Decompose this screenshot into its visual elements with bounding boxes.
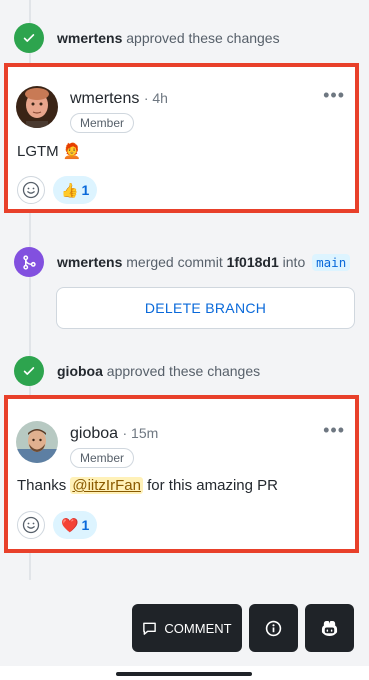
comment-card: gioboa · 15m Member ••• Thanks @iitzIrFa… [4, 395, 359, 553]
info-icon [265, 620, 282, 636]
reaction-emoji: ❤️ [61, 516, 79, 533]
role-badge: Member [70, 448, 135, 468]
event-author[interactable]: wmertens [57, 30, 122, 46]
comment-button[interactable]: COMMENT [132, 604, 242, 652]
comment-text-suffix: for this amazing PR [142, 477, 278, 494]
reaction-pill[interactable]: 👍 1 [53, 176, 98, 204]
comment-text-prefix: Thanks [17, 477, 71, 494]
event-action: approved these changes [106, 363, 261, 379]
check-icon [14, 23, 44, 53]
comment-time: · 15m [122, 425, 159, 441]
avatar[interactable] [16, 86, 58, 128]
comment-author-line: wmertens · 4h [70, 90, 168, 108]
delete-branch-button[interactable]: DELETE BRANCH [56, 287, 355, 329]
event-author[interactable]: wmertens [57, 254, 122, 270]
copilot-icon [321, 620, 338, 636]
copilot-button[interactable] [305, 604, 354, 652]
comment-author-line: gioboa · 15m [70, 425, 158, 443]
comment-time: · 4h [143, 90, 168, 106]
role-badge: Member [70, 113, 135, 133]
smiley-icon [22, 516, 40, 534]
comment-button-label: COMMENT [164, 620, 232, 636]
comment-icon [143, 622, 157, 635]
timeline-event-approved: gioboa approved these changes [14, 354, 260, 388]
home-indicator[interactable] [116, 672, 252, 676]
comment-author[interactable]: wmertens [70, 90, 139, 107]
comment-body: LGTM 🧑‍🦰 [17, 143, 82, 160]
commit-sha[interactable]: 1f018d1 [227, 254, 279, 270]
add-reaction-button[interactable] [17, 176, 45, 204]
merge-icon [14, 247, 44, 277]
event-author[interactable]: gioboa [57, 363, 103, 379]
check-icon [14, 356, 44, 386]
comment-author[interactable]: gioboa [70, 425, 118, 442]
comment-body: Thanks @iitzIrFan for this amazing PR [17, 477, 278, 494]
more-icon[interactable]: ••• [323, 85, 345, 106]
info-button[interactable] [249, 604, 298, 652]
reaction-emoji: 👍 [61, 181, 79, 198]
avatar[interactable] [16, 421, 58, 463]
user-mention-link[interactable]: @iitzIrFan [70, 477, 143, 494]
comment-card: wmertens · 4h Member ••• LGTM 🧑‍🦰 👍 1 [4, 63, 359, 213]
reaction-count: 1 [81, 182, 90, 198]
reaction-pill[interactable]: ❤️ 1 [53, 511, 98, 539]
smiley-icon [22, 181, 40, 199]
add-reaction-button[interactable] [17, 511, 45, 539]
reaction-count: 1 [81, 517, 90, 533]
event-preposition: into [282, 253, 306, 270]
event-action: approved these changes [126, 30, 280, 46]
timeline-event-approved: wmertens approved these changes [14, 21, 280, 55]
branch-chip[interactable]: main [312, 253, 351, 271]
timeline-event-merged: wmertens merged commit 1f018d1 into main [14, 245, 351, 279]
more-icon[interactable]: ••• [323, 420, 345, 441]
event-action: merged commit [126, 253, 223, 270]
